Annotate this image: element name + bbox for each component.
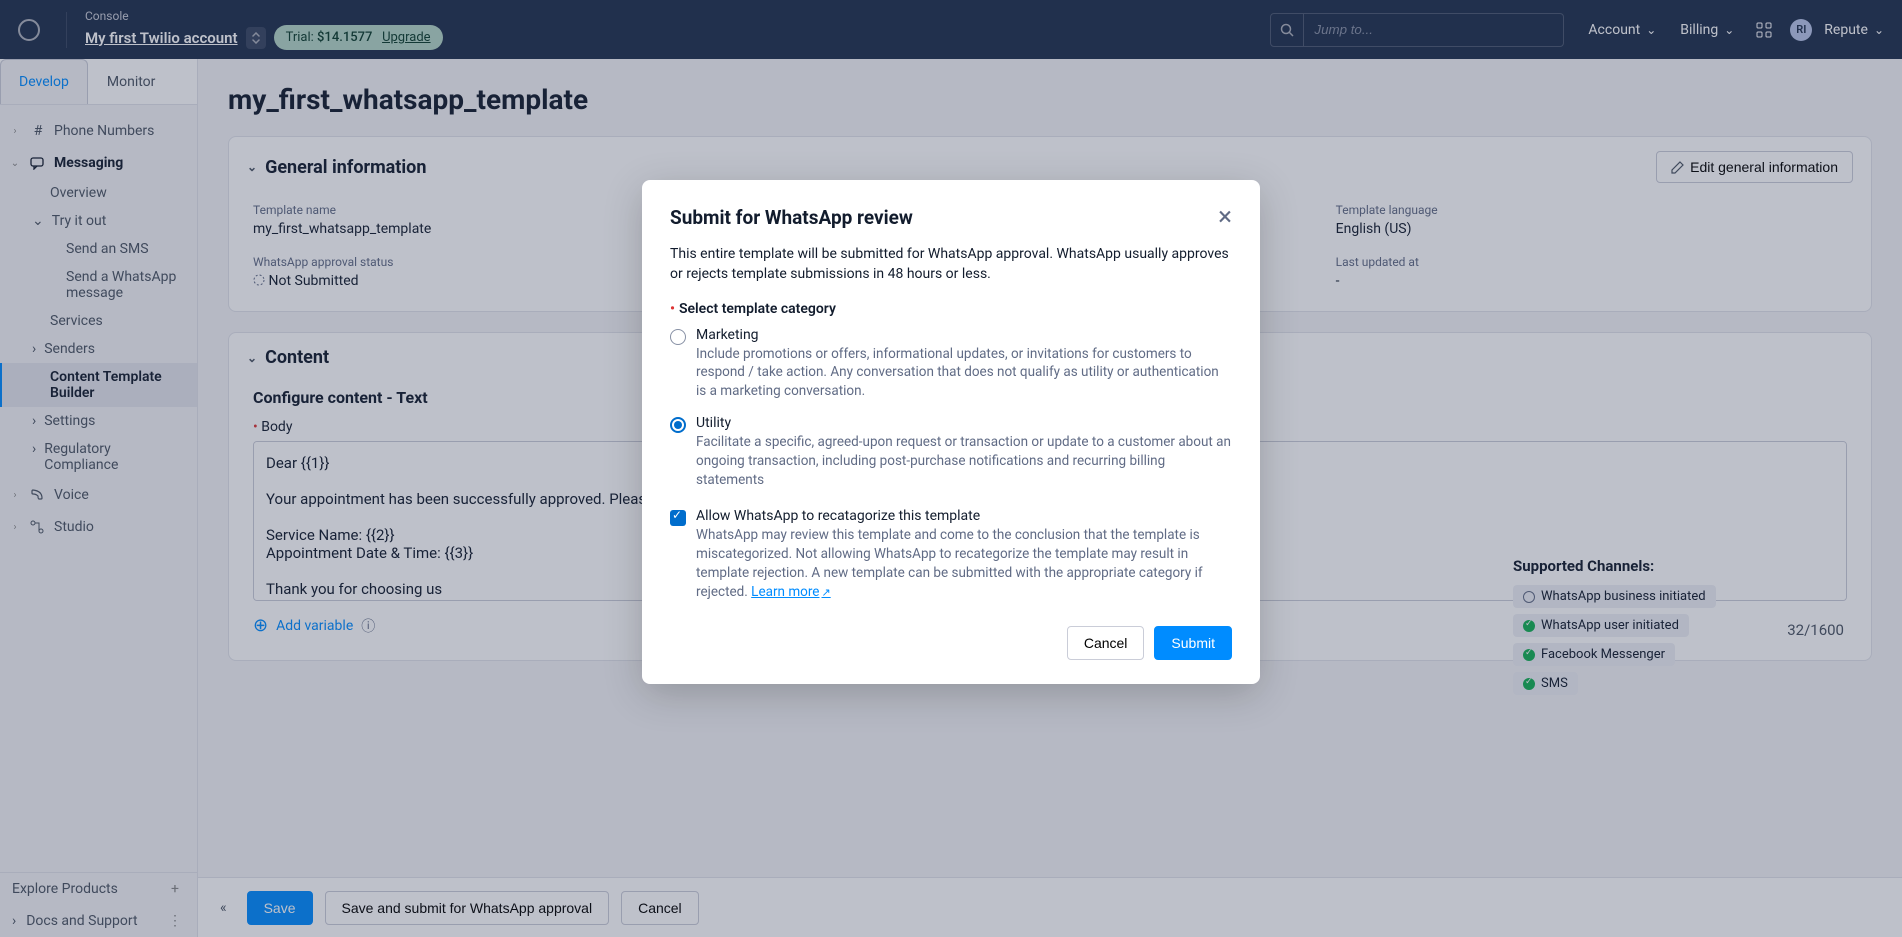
allow-recat-label: Allow WhatsApp to recatagorize this temp… [696,508,1232,524]
modal-submit-button[interactable]: Submit [1154,626,1232,660]
allow-recat-desc: WhatsApp may review this template and co… [696,526,1232,602]
radio-input[interactable] [670,329,686,345]
allow-recategorize-checkbox-row[interactable]: Allow WhatsApp to recatagorize this temp… [670,508,1232,602]
select-category-label: Select template category [679,301,836,317]
radio-marketing[interactable]: Marketing Include promotions or offers, … [670,327,1232,402]
submit-review-modal: Submit for WhatsApp review × This entire… [642,180,1260,684]
modal-description: This entire template will be submitted f… [670,244,1232,285]
radio-utility[interactable]: Utility Facilitate a specific, agreed-up… [670,415,1232,490]
learn-more-link[interactable]: Learn more↗ [751,584,831,600]
modal-backdrop[interactable]: Submit for WhatsApp review × This entire… [0,0,1902,937]
radio-input[interactable] [670,417,686,433]
modal-title: Submit for WhatsApp review [670,206,913,229]
radio-utility-desc: Facilitate a specific, agreed-upon reque… [696,433,1232,490]
radio-utility-label: Utility [696,415,1232,431]
external-link-icon: ↗ [821,586,830,599]
checkbox-input[interactable] [670,510,686,526]
radio-marketing-desc: Include promotions or offers, informatio… [696,345,1232,402]
modal-cancel-button[interactable]: Cancel [1067,626,1145,660]
radio-marketing-label: Marketing [696,327,1232,343]
close-icon[interactable]: × [1218,204,1232,230]
